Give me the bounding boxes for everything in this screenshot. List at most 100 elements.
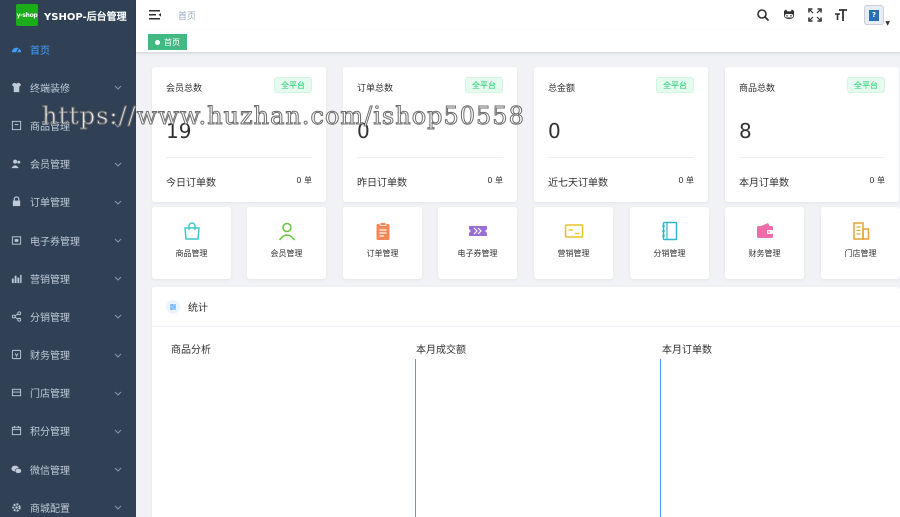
chevron-down-icon <box>114 238 122 243</box>
stat-sub-label: 昨日订单数 <box>357 178 407 189</box>
sidebar-item-points[interactable]: 积分管理 <box>0 412 136 450</box>
user-icon <box>278 222 295 241</box>
chevron-down-icon <box>114 162 122 167</box>
stat-sub-label: 今日订单数 <box>166 178 216 189</box>
users-icon <box>10 158 22 170</box>
chart-title-monthly-revenue: 本月成交额 <box>416 345 466 356</box>
stat-sub-value: 0 单 <box>869 176 885 185</box>
money-icon: ¥ <box>10 349 22 361</box>
sidebar-item-label: 订单管理 <box>30 198 70 210</box>
stat-sub-value: 0 单 <box>296 176 312 185</box>
stat-label: 总金额 <box>548 84 576 94</box>
stat-sub-label: 本月订单数 <box>739 178 789 189</box>
svg-text:¥: ¥ <box>14 351 18 359</box>
notebook-icon <box>661 221 677 241</box>
sidebar-item-label: 微信管理 <box>30 465 70 477</box>
sidebar-item-members[interactable]: 会员管理 <box>0 145 136 183</box>
shortcut-goods[interactable]: 商品管理 <box>152 207 231 279</box>
sidebar-item-marketing[interactable]: 营销管理 <box>0 259 136 297</box>
shortcut-stores[interactable]: 门店管理 <box>821 207 900 279</box>
ticket-icon <box>468 226 487 236</box>
chevron-down-icon <box>114 505 122 511</box>
chart-axis-line <box>660 359 661 517</box>
chevron-down-icon <box>114 124 122 129</box>
sidebar-item-settings[interactable]: 商城配置 <box>0 488 136 517</box>
app-logo: y-shop <box>16 4 38 26</box>
shortcut-marketing[interactable]: 营销管理 <box>534 207 613 279</box>
shortcut-label: 电子券管理 <box>457 249 498 258</box>
stat-label: 会员总数 <box>166 84 203 94</box>
stat-card-orders: 订单总数 全平台 0 昨日订单数 0 单 <box>343 67 517 202</box>
sidebar-menu: 首页 终端装修 商品管理 会员管理 订单管理 电子券管理 营销管理 分销管理 ¥… <box>0 30 136 517</box>
sidebar-item-wechat[interactable]: 微信管理 <box>0 450 136 488</box>
chevron-down-icon <box>114 200 122 205</box>
breadcrumb[interactable]: 首页 <box>178 9 196 22</box>
tags-view: 首页 <box>136 30 900 53</box>
sidebar-item-goods[interactable]: 商品管理 <box>0 106 136 144</box>
sidebar-item-stores[interactable]: 门店管理 <box>0 374 136 412</box>
sidebar-item-label: 积分管理 <box>30 427 70 439</box>
hamburger-icon[interactable] <box>148 8 162 22</box>
sidebar-item-coupons[interactable]: 电子券管理 <box>0 221 136 259</box>
card-icon <box>564 224 583 238</box>
stat-value: 19 <box>166 119 192 143</box>
stat-sub-value: 0 单 <box>678 176 694 185</box>
text-size-icon[interactable] <box>834 8 848 22</box>
chevron-down-icon <box>114 276 122 281</box>
shortcut-distribution[interactable]: 分销管理 <box>630 207 709 279</box>
stat-sub-value: 0 单 <box>487 176 503 185</box>
shortcut-label: 营销管理 <box>557 249 590 258</box>
fullscreen-icon[interactable] <box>808 8 822 22</box>
sidebar-item-orders[interactable]: 订单管理 <box>0 183 136 221</box>
search-icon[interactable] <box>756 8 770 22</box>
shortcut-label: 会员管理 <box>270 249 303 258</box>
tag-home[interactable]: 首页 <box>148 34 187 50</box>
shortcut-orders[interactable]: 订单管理 <box>343 207 422 279</box>
stat-value: 0 <box>357 119 370 143</box>
sidebar-item-terminal[interactable]: 终端装修 <box>0 68 136 106</box>
wallet-icon <box>756 223 773 238</box>
shortcut-members[interactable]: 会员管理 <box>247 207 326 279</box>
divider <box>357 157 503 158</box>
goods-icon <box>10 119 22 131</box>
chevron-down-icon <box>114 315 122 320</box>
divider <box>739 157 885 158</box>
status-badge: 全平台 <box>274 77 312 93</box>
chart-axis-line <box>415 359 416 517</box>
github-icon[interactable] <box>782 8 796 22</box>
chevron-down-icon <box>114 467 122 472</box>
bag-icon <box>183 222 200 240</box>
sidebar-item-label: 首页 <box>30 45 50 57</box>
sidebar-item-distribution[interactable]: 分销管理 <box>0 297 136 335</box>
tag-label: 首页 <box>164 37 180 47</box>
sidebar-item-label: 会员管理 <box>30 160 70 172</box>
chart-title-goods-analysis: 商品分析 <box>171 345 211 356</box>
status-badge: 全平台 <box>656 77 694 93</box>
brand[interactable]: y-shop YSHOP-后台管理 <box>0 0 136 30</box>
shortcut-label: 商品管理 <box>175 249 208 258</box>
status-badge: 全平台 <box>847 77 885 93</box>
sidebar-item-label: 财务管理 <box>30 351 70 363</box>
sidebar-item-home[interactable]: 首页 <box>0 30 136 68</box>
stat-sub-label: 近七天订单数 <box>548 178 608 189</box>
stat-label: 商品总数 <box>739 84 776 94</box>
stat-card-amount: 总金额 全平台 0 近七天订单数 0 单 <box>534 67 708 202</box>
dashboard-icon <box>10 43 22 55</box>
panel-title: 统计 <box>188 303 208 314</box>
panel-header: 统计 <box>152 287 900 327</box>
chart-title-monthly-orders: 本月订单数 <box>662 345 712 356</box>
navbar-actions: ? ▼ <box>756 0 900 30</box>
sidebar-item-finance[interactable]: ¥ 财务管理 <box>0 336 136 374</box>
stat-value: 0 <box>548 119 561 143</box>
calendar-icon <box>10 425 22 437</box>
sidebar-item-label: 分销管理 <box>30 312 70 324</box>
share-icon <box>10 310 22 322</box>
sidebar-item-label: 商品管理 <box>30 121 70 133</box>
chart-icon <box>10 272 22 284</box>
shortcut-finance[interactable]: 财务管理 <box>725 207 804 279</box>
status-badge: 全平台 <box>465 77 503 93</box>
avatar[interactable]: ? ▼ <box>864 5 890 27</box>
stat-card-goods: 商品总数 全平台 8 本月订单数 0 单 <box>725 67 899 202</box>
avatar-image: ? <box>864 5 884 25</box>
shortcut-coupons[interactable]: 电子券管理 <box>438 207 517 279</box>
